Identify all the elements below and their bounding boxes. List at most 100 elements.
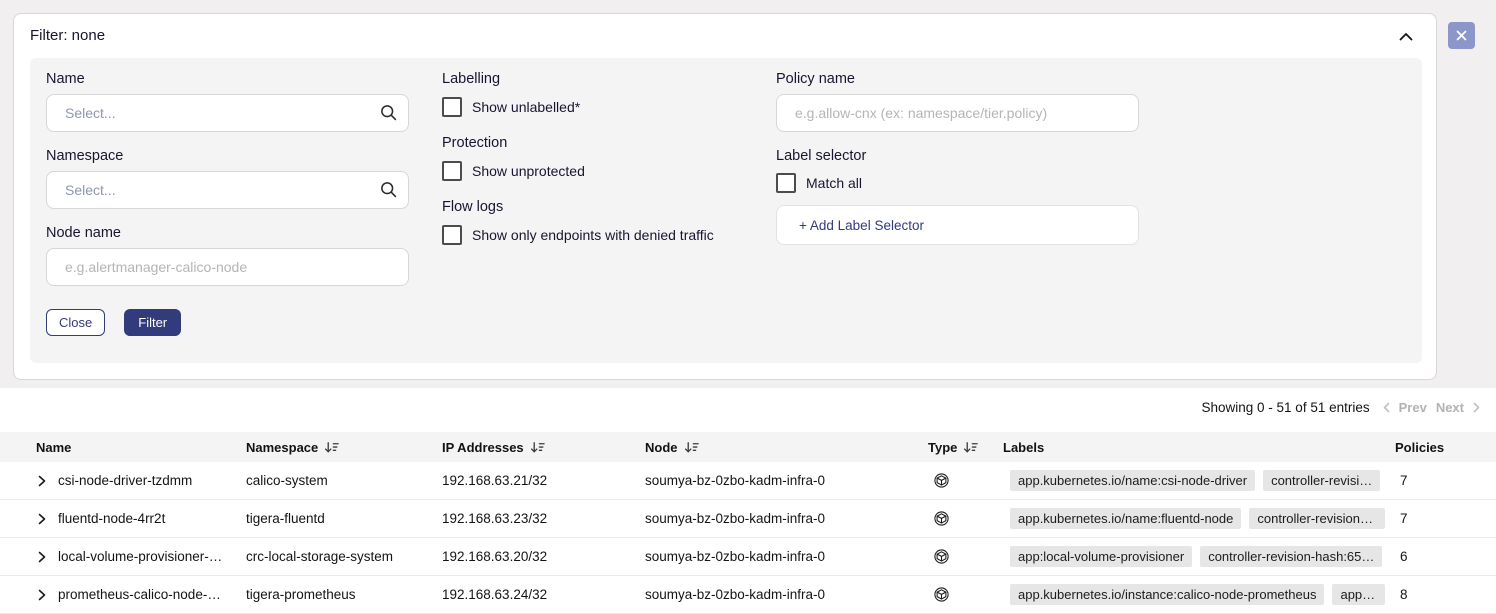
endpoint-policies-count: 6 xyxy=(1395,549,1496,564)
expand-row-chevron-icon[interactable] xyxy=(38,513,46,525)
endpoint-name-cell: prometheus-calico-node-… xyxy=(24,587,246,602)
endpoint-node-cell: soumya-bz-0zbo-kadm-infra-0 xyxy=(645,587,928,602)
namespace-select xyxy=(46,171,409,209)
sort-icon xyxy=(684,441,699,454)
endpoint-name-cell: csi-node-driver-tzdmm xyxy=(24,473,246,488)
endpoint-name: csi-node-driver-tzdmm xyxy=(58,473,192,488)
expand-row-chevron-icon[interactable] xyxy=(38,475,46,487)
endpoint-policies-count: 7 xyxy=(1395,511,1496,526)
show-unlabelled-checkbox[interactable] xyxy=(442,97,462,117)
add-label-selector-button[interactable]: + Add Label Selector xyxy=(776,205,1139,245)
table-row[interactable]: local-volume-provisioner-… crc-local-stor… xyxy=(0,538,1496,576)
column-label: Name xyxy=(36,440,71,455)
namespace-select-input[interactable] xyxy=(46,171,409,209)
node-name-field-label: Node name xyxy=(46,225,409,241)
policy-name-field xyxy=(776,94,1139,132)
endpoint-ip-cell: 192.168.63.23/32 xyxy=(442,511,645,526)
endpoint-name-cell: fluentd-node-4rr2t xyxy=(24,511,246,526)
endpoint-namespace-cell: calico-system xyxy=(246,473,442,488)
column-header-node[interactable]: Node xyxy=(645,440,928,455)
pod-cube-icon xyxy=(933,586,950,603)
column-label: Namespace xyxy=(246,440,318,455)
flow-logs-section-label: Flow logs xyxy=(442,199,772,215)
show-unprotected-row: Show unprotected xyxy=(442,161,772,181)
endpoint-name-cell: local-volume-provisioner-… xyxy=(24,549,246,564)
endpoint-name: local-volume-provisioner-… xyxy=(58,549,222,564)
column-header-type[interactable]: Type xyxy=(928,440,1003,455)
endpoint-policies-count: 8 xyxy=(1395,587,1496,602)
expand-row-chevron-icon[interactable] xyxy=(38,589,46,601)
name-select xyxy=(46,94,409,132)
node-name-input[interactable] xyxy=(46,248,409,286)
label-chip: app:local-volume-provisioner xyxy=(1010,546,1192,567)
show-unlabelled-label: Show unlabelled* xyxy=(472,99,580,115)
endpoint-labels-cell: app.kubernetes.io/instance:calico-node-p… xyxy=(1003,584,1395,605)
namespace-field-label: Namespace xyxy=(46,148,409,164)
chevron-right-icon[interactable] xyxy=(1473,402,1480,413)
column-label: Type xyxy=(928,440,957,455)
column-header-namespace[interactable]: Namespace xyxy=(246,440,442,455)
column-header-ip-addresses[interactable]: IP Addresses xyxy=(442,440,645,455)
name-field-label: Name xyxy=(46,71,409,87)
chevron-up-icon xyxy=(1399,32,1413,42)
prev-page-link[interactable]: Prev xyxy=(1399,400,1427,415)
endpoint-name: prometheus-calico-node-… xyxy=(58,587,221,602)
endpoint-labels-cell: app.kubernetes.io/name:fluentd-nodecontr… xyxy=(1003,508,1395,529)
label-chip: controller-revisi… xyxy=(1263,470,1380,491)
endpoint-policies-count: 7 xyxy=(1395,473,1496,488)
table-row[interactable]: csi-node-driver-tzdmmcalico-system192.16… xyxy=(0,462,1496,500)
endpoint-ip-cell: 192.168.63.20/32 xyxy=(442,549,645,564)
denied-traffic-checkbox[interactable] xyxy=(442,225,462,245)
filter-actions: Close Filter xyxy=(46,309,409,336)
close-button[interactable]: Close xyxy=(46,309,105,336)
endpoint-type-cell xyxy=(928,472,1003,489)
show-unprotected-checkbox[interactable] xyxy=(442,161,462,181)
endpoint-name: fluentd-node-4rr2t xyxy=(58,511,165,526)
sort-icon xyxy=(324,441,339,454)
filter-button[interactable]: Filter xyxy=(124,309,181,336)
endpoint-type-cell xyxy=(928,548,1003,565)
table-row[interactable]: prometheus-calico-node-…tigera-prometheu… xyxy=(0,576,1496,614)
name-select-input[interactable] xyxy=(46,94,409,132)
column-label: Labels xyxy=(1003,440,1044,455)
pagination-nav: Prev Next xyxy=(1383,400,1480,415)
column-header-name: Name xyxy=(24,440,246,455)
denied-traffic-row: Show only endpoints with denied traffic xyxy=(442,225,772,245)
pod-cube-icon xyxy=(933,510,950,527)
policy-name-input[interactable] xyxy=(776,94,1139,132)
labelling-section-label: Labelling xyxy=(442,71,772,87)
match-all-label: Match all xyxy=(806,175,862,191)
filter-form: Name Namespace Node name Close Filt xyxy=(30,58,1422,363)
endpoint-namespace-cell: crc-local-storage-system xyxy=(246,549,442,564)
endpoint-labels-cell: app:local-volume-provisionercontroller-r… xyxy=(1003,546,1395,567)
protection-section-label: Protection xyxy=(442,135,772,151)
sort-icon xyxy=(530,441,545,454)
policy-name-field-label: Policy name xyxy=(776,71,1139,87)
table-header-row: Name Namespace IP Addresses Node Type xyxy=(0,432,1496,462)
endpoint-labels-cell: app.kubernetes.io/name:csi-node-driver co… xyxy=(1003,470,1395,491)
label-chip: app.… xyxy=(1332,584,1385,605)
column-label: Policies xyxy=(1395,440,1444,455)
collapse-panel-button[interactable] xyxy=(1396,28,1416,46)
panel-close-button[interactable] xyxy=(1448,22,1475,49)
column-label: IP Addresses xyxy=(442,440,524,455)
expand-row-chevron-icon[interactable] xyxy=(38,551,46,563)
label-chip: controller-revision-… xyxy=(1249,508,1385,529)
label-chip: app.kubernetes.io/name:csi-node-driver xyxy=(1010,470,1255,491)
pod-cube-icon xyxy=(933,472,950,489)
filter-column-right: Policy name Label selector Match all + A… xyxy=(776,58,1139,245)
label-selector-section-label: Label selector xyxy=(776,148,1139,164)
label-chip: app.kubernetes.io/instance:calico-node-p… xyxy=(1010,584,1324,605)
endpoint-type-cell xyxy=(928,586,1003,603)
x-icon xyxy=(1456,30,1467,41)
next-page-link[interactable]: Next xyxy=(1436,400,1464,415)
show-unlabelled-row: Show unlabelled* xyxy=(442,97,772,117)
filter-column-middle: Labelling Show unlabelled* Protection Sh… xyxy=(442,58,772,245)
endpoint-node-cell: soumya-bz-0zbo-kadm-infra-0 xyxy=(645,473,928,488)
table-row[interactable]: fluentd-node-4rr2ttigera-fluentd192.168.… xyxy=(0,500,1496,538)
match-all-checkbox[interactable] xyxy=(776,173,796,193)
endpoints-table: Name Namespace IP Addresses Node Type xyxy=(0,432,1496,614)
show-unprotected-label: Show unprotected xyxy=(472,163,585,179)
chevron-left-icon[interactable] xyxy=(1383,402,1390,413)
filter-panel: Filter: none Name Namespace xyxy=(13,13,1437,380)
